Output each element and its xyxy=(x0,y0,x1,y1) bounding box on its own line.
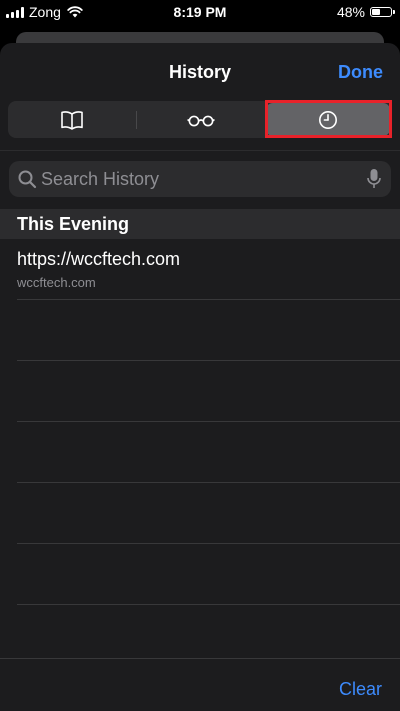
battery-fill xyxy=(372,9,381,15)
done-button[interactable]: Done xyxy=(338,62,383,83)
battery-icon xyxy=(370,7,395,17)
nav-bar: History Done xyxy=(0,43,400,101)
segment-divider xyxy=(135,110,137,129)
battery-percent: 48% xyxy=(336,4,365,20)
history-item-subtitle: wccftech.com xyxy=(17,275,96,290)
search-input[interactable] xyxy=(41,168,367,190)
empty-row xyxy=(17,544,400,605)
section-header: This Evening xyxy=(0,209,400,239)
clear-button[interactable]: Clear xyxy=(339,679,382,700)
empty-row xyxy=(17,300,400,361)
history-item-title: https://wccftech.com xyxy=(17,249,181,269)
divider xyxy=(0,150,400,151)
segmented-control xyxy=(8,101,392,138)
search-bar xyxy=(9,161,391,197)
status-right: 48% xyxy=(336,3,395,21)
tab-bookmarks[interactable] xyxy=(10,103,134,136)
history-sheet: History Done Search History This Evening… xyxy=(0,43,400,711)
book-icon xyxy=(61,110,83,130)
section-header-label: This Evening xyxy=(17,213,130,234)
tab-history[interactable] xyxy=(266,103,391,136)
empty-row xyxy=(17,483,400,544)
glasses-icon xyxy=(186,115,215,126)
empty-row xyxy=(17,422,400,483)
tab-reading-list[interactable] xyxy=(139,103,263,136)
microphone-icon[interactable] xyxy=(367,168,381,190)
empty-row xyxy=(17,361,400,422)
status-bar: Zong 8:19 PM 48% xyxy=(0,0,400,24)
clock-icon xyxy=(319,110,338,129)
search-icon xyxy=(18,170,37,189)
history-list: https://wccftech.com wccftech.com xyxy=(0,239,400,605)
bottom-toolbar: Clear xyxy=(0,658,400,711)
history-item[interactable]: https://wccftech.com wccftech.com xyxy=(17,239,400,300)
